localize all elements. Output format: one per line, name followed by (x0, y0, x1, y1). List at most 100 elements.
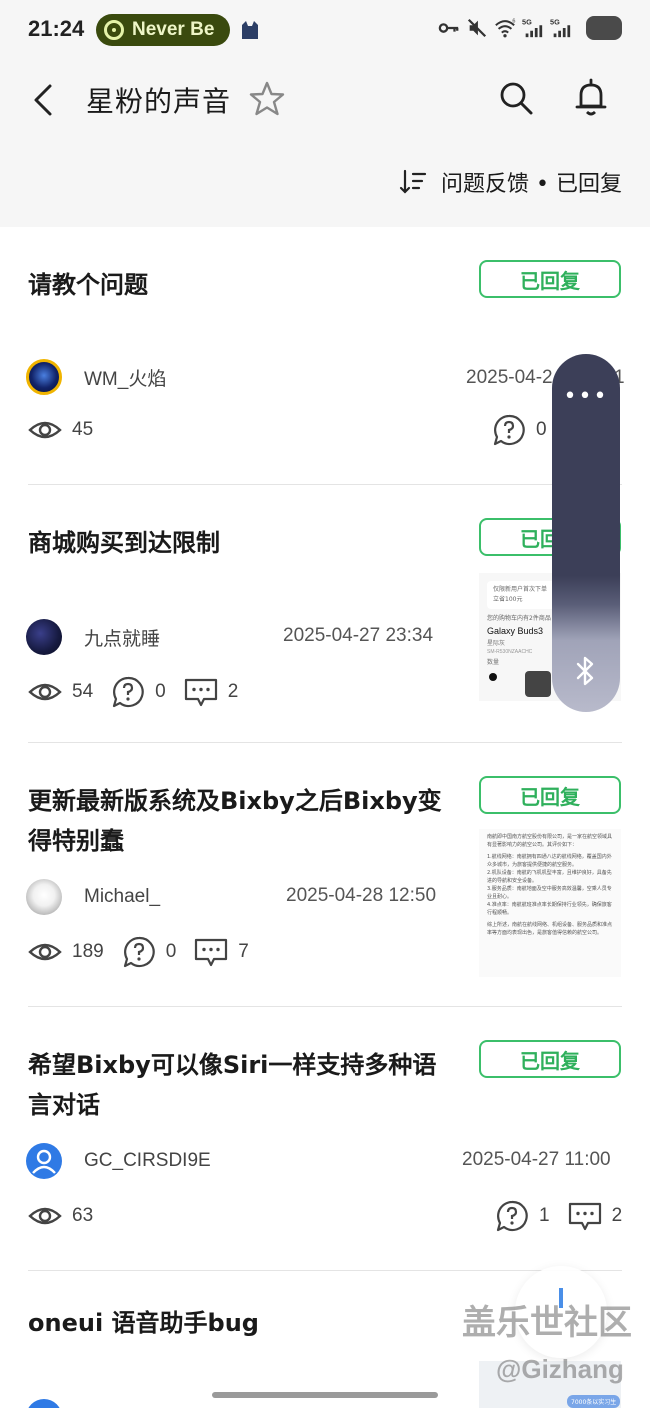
author-name: GC_CIRSDI9E (84, 1150, 211, 1171)
post-author[interactable]: Michael_ (26, 879, 160, 915)
views-count: 45 (72, 419, 94, 440)
comments-count: 2 (227, 681, 239, 702)
product-image (525, 671, 551, 697)
post-thumbnail[interactable]: 南航即中国南方航空股份有限公司，是一家在航空领域具有显著影响力的航空公司。其评价… (479, 829, 621, 977)
views-stat: 54 (28, 675, 93, 709)
comments-count: 2 (611, 1205, 623, 1226)
post-title[interactable]: 请教个问题 (28, 265, 448, 305)
thumb-chip: 7000条以实习生 (567, 1395, 621, 1408)
author-name: Michael_ (84, 886, 161, 907)
status-bar: 21:24 Never Be 6 5G 5G (0, 0, 650, 62)
post-date: 2025-04-2 (466, 367, 553, 388)
eye-icon (28, 421, 62, 439)
post-date: 2025-04-27 23:34 (283, 625, 434, 646)
now-playing-title: Never Be (132, 19, 215, 40)
wifi-label: 6 (512, 19, 515, 25)
post-author[interactable]: 九点就睡 (26, 619, 160, 655)
questions-count: 0 (165, 941, 177, 962)
app-header: 星粉的声音 问题反馈 • 已回复 (0, 62, 650, 227)
status-badge: 已回复 (479, 260, 621, 298)
watermark: 盖乐世社区 @Gizhang (462, 1300, 632, 1392)
comments-stat: 7 (194, 935, 249, 969)
thumb-line: 1.航线网络：南航拥有四通八达的航线网络，覆盖国内外众多城市，为旅客提供便捷的航… (487, 854, 612, 868)
questions-stat: 0 (492, 413, 547, 447)
comments-stat: 2 (568, 1199, 623, 1233)
home-indicator[interactable] (212, 1392, 438, 1398)
avatar[interactable] (26, 619, 62, 655)
signal-label: 5G (550, 17, 560, 26)
avatar[interactable] (26, 879, 62, 915)
avatar[interactable] (26, 1399, 62, 1408)
questions-count: 0 (536, 419, 547, 440)
question-icon (113, 676, 144, 708)
post-title[interactable]: oneui 语音助手bug (28, 1303, 448, 1343)
bluetooth-icon[interactable] (572, 656, 600, 686)
comments-stat: 2 (184, 675, 239, 709)
now-playing-pill[interactable]: Never Be (96, 14, 230, 46)
eye-icon (28, 943, 62, 961)
question-icon (123, 936, 155, 968)
signal-5g-icon: 5G (522, 17, 543, 38)
author-name: 九点就睡 (84, 628, 161, 650)
comments-count: 7 (238, 941, 249, 962)
views-count: 189 (72, 941, 104, 962)
signal-5g-icon: 5G (550, 17, 571, 38)
post-item[interactable]: 希望Bixby可以像Siri一样支持多种语言对话 已回复 GC_CIRSDI9E… (0, 1007, 650, 1271)
app-cat-icon (242, 21, 258, 39)
post-author[interactable]: GC_CIRSDI9E (26, 1143, 211, 1179)
post-item[interactable]: 更新最新版系统及Bixby之后Bixby变得特别蠢 已回复 南航即中国南方航空股… (0, 743, 650, 1007)
post-title[interactable]: 商城购买到达限制 (28, 523, 448, 563)
thumb-line: 南航即中国南方航空股份有限公司，是一家在航空领域具有显著影响力的航空公司。其评价… (487, 834, 613, 848)
questions-count: 0 (155, 681, 166, 702)
notification-bell-icon[interactable] (573, 78, 609, 118)
post-title[interactable]: 希望Bixby可以像Siri一样支持多种语言对话 (28, 1045, 448, 1125)
wifi-icon: 6 (495, 19, 515, 38)
page-title: 星粉的声音 (86, 85, 232, 118)
post-author[interactable]: WM_火焰 (26, 359, 166, 395)
post-stats-right: 1 2 (495, 1199, 622, 1233)
checkbox-icon (489, 673, 497, 681)
floating-edge-panel[interactable]: ••• (552, 354, 620, 712)
post-date: 2025-04-27 11:00 (462, 1149, 611, 1170)
eye-icon (28, 683, 62, 701)
post-stats: 54 0 2 (28, 675, 256, 709)
thumb-line: 4.准点率：南航航班准点率长期保持行业领先，确保旅客行程顺畅。 (487, 902, 612, 916)
filter-sort-button[interactable]: 问题反馈 • 已回复 (399, 166, 622, 198)
mute-icon (467, 18, 487, 38)
back-button[interactable] (26, 80, 62, 120)
post-stats: 189 0 7 (28, 935, 267, 969)
key-icon (438, 23, 459, 33)
thumb-line: 综上所述，南航在航线网络、机组设备、服务品质和准点率等方面均表现出色，是旅客值得… (487, 922, 613, 936)
avatar[interactable] (26, 1143, 62, 1179)
favorite-star-icon[interactable] (248, 80, 286, 118)
post-stats: 45 (28, 413, 111, 447)
questions-stat: 0 (111, 675, 166, 709)
music-disc-icon (104, 20, 124, 40)
signal-label: 5G (522, 17, 532, 26)
sort-filter-icon (399, 169, 427, 194)
post-date: 2025-04-28 12:50 (286, 885, 437, 906)
questions-stat: 1 (495, 1199, 550, 1233)
avatar[interactable] (26, 359, 62, 395)
post-title[interactable]: 更新最新版系统及Bixby之后Bixby变得特别蠢 (28, 781, 448, 861)
eye-icon (28, 1207, 62, 1225)
thumb-line: 3.服务品质：南航地面及空中服务高效温馨，空乘人员专业且耐心。 (487, 886, 612, 900)
question-icon (496, 1200, 528, 1232)
status-badge: 已回复 (479, 1040, 621, 1078)
comment-icon (195, 938, 228, 967)
search-icon[interactable] (498, 80, 534, 116)
status-time: 21:24 (28, 16, 85, 41)
comment-icon (568, 1202, 601, 1231)
status-badge: 已回复 (479, 776, 621, 814)
questions-count: 1 (539, 1205, 550, 1226)
views-count: 54 (72, 681, 94, 702)
views-stat: 45 (28, 413, 93, 447)
author-name: WM_火焰 (84, 368, 167, 390)
views-stat: 63 (28, 1199, 93, 1233)
views-stat: 189 (28, 935, 104, 969)
more-options-button[interactable]: ••• (552, 384, 620, 409)
battery-icon (586, 16, 622, 40)
views-count: 63 (72, 1205, 94, 1226)
thumb-line: 2.机队设备：南航的飞机机型丰富，且维护良好，具备先进的导航和安全设备。 (487, 870, 612, 884)
post-stats: 63 (28, 1199, 111, 1233)
